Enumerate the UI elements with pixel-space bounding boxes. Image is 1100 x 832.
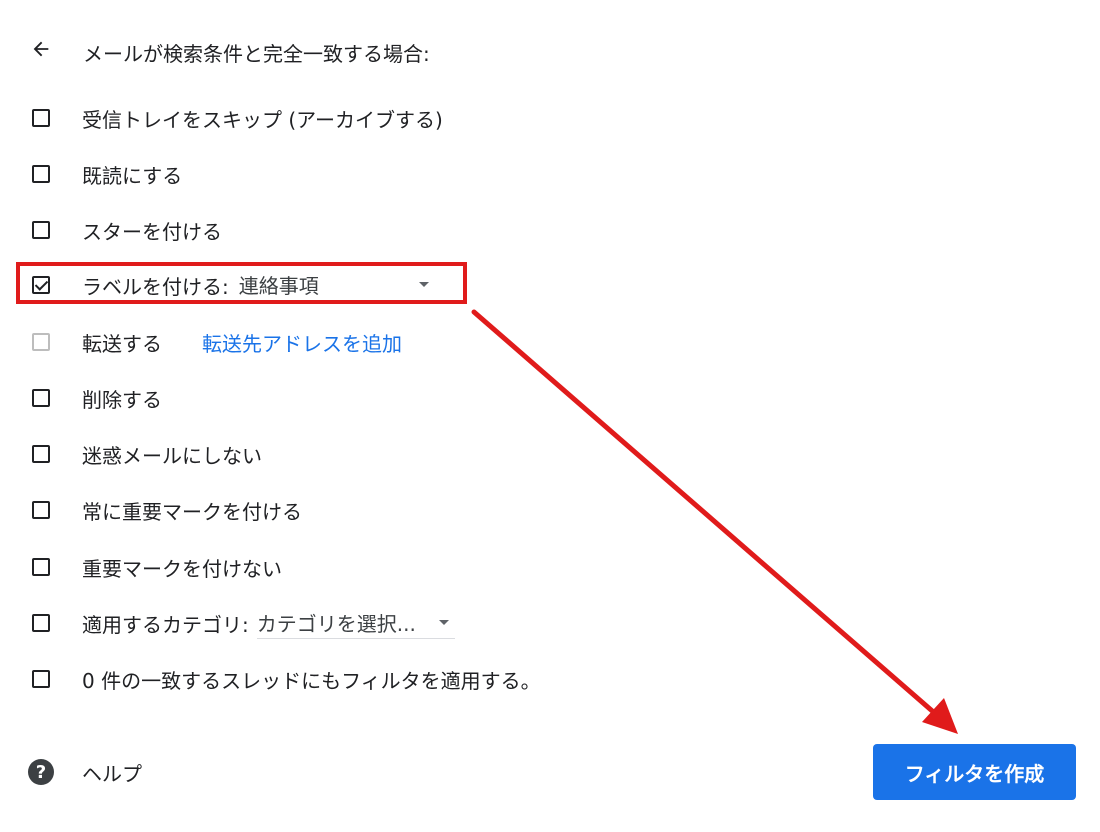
back-arrow-icon[interactable] <box>28 36 54 62</box>
forward-checkbox <box>28 329 54 355</box>
never-important-checkbox[interactable] <box>28 554 54 580</box>
header-title: メールが検索条件と完全一致する場合: <box>83 42 430 66</box>
option-category[interactable]: 適用するカテゴリ: カテゴリを選択... <box>28 607 455 639</box>
category-select[interactable]: カテゴリを選択... <box>256 608 455 639</box>
dropdown-caret-icon <box>438 620 449 625</box>
option-forward[interactable]: 転送する 転送先アドレスを追加 <box>28 326 402 358</box>
dropdown-caret-icon <box>418 282 429 287</box>
apply-label-checkbox[interactable] <box>28 272 54 298</box>
help-icon[interactable]: ? <box>28 759 54 785</box>
option-skip-inbox[interactable]: 受信トレイをスキップ (アーカイブする) <box>28 102 443 134</box>
option-label: 重要マークを付けない <box>82 556 282 581</box>
category-checkbox[interactable] <box>28 610 54 636</box>
help-label[interactable]: ヘルプ <box>82 758 142 787</box>
create-filter-button[interactable]: フィルタを作成 <box>873 744 1076 800</box>
option-delete[interactable]: 削除する <box>28 382 162 414</box>
skip-inbox-checkbox[interactable] <box>28 105 54 131</box>
option-label: 常に重要マークを付ける <box>82 499 302 524</box>
never-spam-checkbox[interactable] <box>28 441 54 467</box>
option-always-important[interactable]: 常に重要マークを付ける <box>28 494 302 526</box>
mark-read-checkbox[interactable] <box>28 161 54 187</box>
apply-to-matching-checkbox[interactable] <box>28 666 54 692</box>
option-label: ラベルを付ける: <box>82 274 229 299</box>
option-label: 受信トレイをスキップ (アーカイブする) <box>82 107 443 132</box>
option-never-spam[interactable]: 迷惑メールにしない <box>28 438 262 470</box>
label-select[interactable]: 連絡事項 <box>238 270 435 301</box>
option-star[interactable]: スターを付ける <box>28 214 222 246</box>
add-forwarding-address-link[interactable]: 転送先アドレスを追加 <box>202 328 402 357</box>
star-checkbox[interactable] <box>28 217 54 243</box>
filter-header: メールが検索条件と完全一致する場合: <box>28 30 430 68</box>
always-important-checkbox[interactable] <box>28 497 54 523</box>
option-label: 迷惑メールにしない <box>82 443 262 468</box>
option-mark-read[interactable]: 既読にする <box>28 158 182 190</box>
option-label: 適用するカテゴリ: <box>82 612 249 637</box>
help-row[interactable]: ? ヘルプ <box>28 752 142 792</box>
option-label: 既読にする <box>82 163 183 188</box>
category-select-value: カテゴリを選択... <box>256 612 416 636</box>
label-select-value: 連絡事項 <box>238 274 319 298</box>
option-label: 削除する <box>82 387 162 412</box>
option-label: スターを付ける <box>82 219 222 244</box>
option-label: 0 件の一致するスレッドにもフィルタを適用する。 <box>82 668 541 693</box>
option-apply-label[interactable]: ラベルを付ける: 連絡事項 <box>28 269 435 301</box>
option-label: 転送する <box>82 331 162 356</box>
option-never-important[interactable]: 重要マークを付けない <box>28 551 282 583</box>
delete-checkbox[interactable] <box>28 385 54 411</box>
option-apply-to-matching[interactable]: 0 件の一致するスレッドにもフィルタを適用する。 <box>28 663 541 695</box>
